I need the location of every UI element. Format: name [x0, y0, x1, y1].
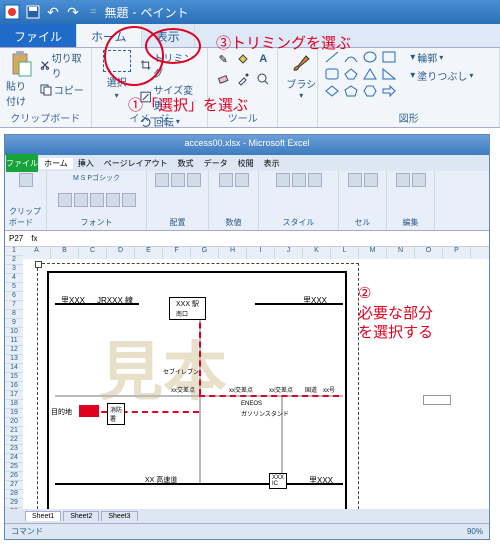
fill-icon[interactable]: [234, 50, 252, 68]
row-headers: 1234567891011121314151617181920212223242…: [5, 247, 23, 527]
app-icon: [4, 4, 20, 20]
title-separator: =: [90, 6, 96, 18]
shape-line[interactable]: [324, 50, 340, 64]
col-headers: ABCDEFGHIJKLMNOP: [23, 247, 489, 259]
doc-title: 無題: [104, 4, 128, 21]
brush-button[interactable]: ブラシ ▾: [284, 50, 318, 100]
excel-tab[interactable]: 表示: [259, 158, 285, 169]
picker-icon[interactable]: [234, 70, 252, 88]
shape-hexagon[interactable]: [362, 84, 378, 98]
status-text: コマンド: [11, 526, 43, 537]
zoom-level[interactable]: 90%: [467, 527, 483, 536]
excel-file-tab[interactable]: ファイル: [6, 154, 38, 172]
sheet-tab[interactable]: Sheet2: [63, 511, 99, 521]
text-icon[interactable]: A: [254, 50, 272, 68]
excel-tab[interactable]: データ: [199, 158, 233, 169]
shape-pentagon[interactable]: [343, 84, 359, 98]
shape-rtriangle[interactable]: [381, 67, 397, 81]
fx-label: fx: [31, 234, 37, 243]
cut-button[interactable]: 切り取り: [40, 50, 85, 80]
eraser-icon[interactable]: [214, 70, 232, 88]
resize-button[interactable]: サイズ変更: [140, 82, 201, 112]
title-dash: -: [132, 5, 136, 19]
map-drawing: 見本 里XXX JRXXX 線 里XXX XXX 駅南口 セブイレブン xx交差…: [47, 271, 347, 511]
shape-arrow-r[interactable]: [381, 84, 397, 98]
shape-rect[interactable]: [381, 50, 397, 64]
redo-icon[interactable]: ↷: [64, 3, 82, 21]
excel-tab[interactable]: 挿入: [73, 158, 99, 169]
active-cell[interactable]: [423, 395, 451, 405]
sheet-tab[interactable]: Sheet1: [25, 511, 61, 521]
paste-label: 貼り付け: [6, 78, 36, 108]
shape-roundrect[interactable]: [324, 67, 340, 81]
excel-tab[interactable]: 校閲: [233, 158, 259, 169]
group-shapes-label: 図形: [318, 110, 499, 125]
pencil-icon[interactable]: ✎: [214, 50, 232, 68]
station-box: XXX 駅南口: [169, 297, 206, 320]
shape-oval[interactable]: [362, 50, 378, 64]
excel-window: access00.xlsx - Microsoft Excel ファイル ホーム…: [4, 134, 490, 540]
undo-icon[interactable]: ↶: [44, 3, 62, 21]
shape-triangle[interactable]: [362, 67, 378, 81]
group-tools-label: ツール: [208, 110, 277, 125]
tab-view[interactable]: 表示: [142, 24, 195, 47]
shape-diamond[interactable]: [324, 84, 340, 98]
select-icon: [103, 50, 131, 72]
excel-title: access00.xlsx - Microsoft Excel: [5, 135, 489, 155]
shape-polygon[interactable]: [343, 67, 359, 81]
zoom-icon[interactable]: [254, 70, 272, 88]
group-clipboard-label: クリップボード: [0, 110, 91, 125]
excel-tab[interactable]: ページレイアウト: [99, 158, 173, 169]
name-box[interactable]: P27: [9, 234, 23, 243]
shape-fill-button[interactable]: ▾ 塗りつぶし ▾: [410, 68, 473, 83]
sheet-tab[interactable]: Sheet3: [101, 511, 137, 521]
group-image-label: イメージ: [92, 110, 208, 125]
shape-outline-button[interactable]: ▾ 輪郭 ▾: [410, 50, 473, 65]
save-icon[interactable]: [24, 3, 42, 21]
shapes-gallery[interactable]: [324, 50, 406, 98]
excel-tab[interactable]: 数式: [173, 158, 199, 169]
excel-home-tab[interactable]: ホーム: [39, 158, 73, 169]
app-name: ペイント: [140, 4, 188, 21]
select-label: 選択: [107, 74, 127, 89]
destination-marker: [79, 405, 99, 417]
tab-home[interactable]: ホーム: [77, 24, 142, 47]
copy-button[interactable]: コピー: [40, 82, 85, 97]
paste-button[interactable]: 貼り付け: [6, 50, 36, 108]
trim-button[interactable]: トリミング: [140, 50, 201, 80]
tab-file[interactable]: ファイル: [0, 24, 77, 47]
shape-curve[interactable]: [343, 50, 359, 64]
